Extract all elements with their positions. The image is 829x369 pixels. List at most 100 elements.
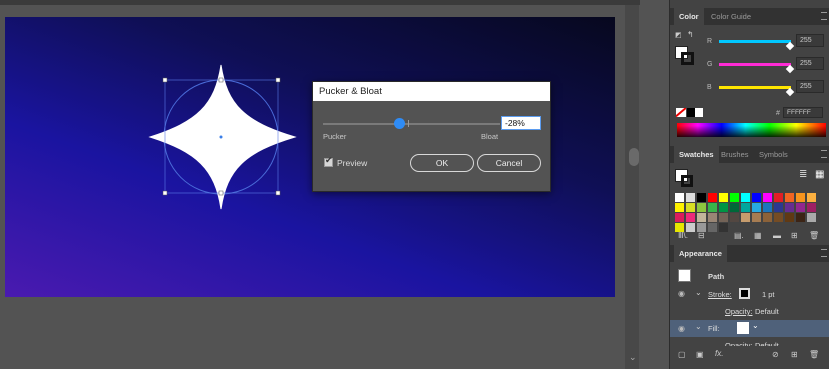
swatch[interactable] xyxy=(785,213,794,222)
swatch[interactable] xyxy=(675,223,684,232)
vertical-scrollbar[interactable] xyxy=(625,5,639,369)
swatch[interactable] xyxy=(796,203,805,212)
swatch[interactable] xyxy=(708,223,717,232)
slider-knob[interactable] xyxy=(394,118,405,129)
swatch-options-icon[interactable]: ▤. xyxy=(734,231,744,240)
swatch[interactable] xyxy=(785,193,794,202)
swatch[interactable] xyxy=(730,213,739,222)
swatch-library-icon[interactable]: Ⅲ\. xyxy=(678,231,688,240)
g-slider[interactable] xyxy=(719,63,791,66)
tab-appearance[interactable]: Appearance xyxy=(674,245,727,262)
fill-swatch[interactable] xyxy=(737,322,749,334)
eye-icon[interactable]: ◉ xyxy=(678,324,685,333)
pucker-bloat-slider[interactable] xyxy=(323,123,500,125)
swatch[interactable] xyxy=(686,203,695,212)
swatch[interactable] xyxy=(697,213,706,222)
r-value-field[interactable]: 255 xyxy=(796,34,824,47)
add-stroke-icon[interactable]: ▢ xyxy=(678,350,686,359)
grid-view-icon[interactable]: ▦ xyxy=(815,169,824,180)
no-fill-icon[interactable] xyxy=(676,108,686,117)
handle-tr[interactable] xyxy=(275,77,281,83)
b-slider[interactable] xyxy=(719,86,791,89)
color-group-icon[interactable]: ▦ xyxy=(754,231,762,240)
stroke-color-box[interactable] xyxy=(681,52,694,65)
stroke-weight[interactable]: 1 pt xyxy=(762,290,802,299)
handle-bottom[interactable] xyxy=(218,190,224,196)
swatch[interactable] xyxy=(675,203,684,212)
swatch[interactable] xyxy=(686,193,695,202)
swatch[interactable] xyxy=(807,193,816,202)
swatch[interactable] xyxy=(785,203,794,212)
handle-bl[interactable] xyxy=(162,190,168,196)
percentage-input[interactable]: -28% xyxy=(501,116,541,130)
swatch[interactable] xyxy=(686,223,695,232)
stroke-swatch[interactable] xyxy=(739,288,750,299)
swatch[interactable] xyxy=(719,213,728,222)
default-colors-icon[interactable]: ◩ xyxy=(675,31,682,39)
swatch[interactable] xyxy=(741,213,750,222)
swatch[interactable] xyxy=(807,213,816,222)
delete-icon[interactable]: 🗑 xyxy=(809,350,819,359)
swatch[interactable] xyxy=(741,203,750,212)
chevron-down-icon[interactable]: ⌄ xyxy=(752,321,759,330)
swatch[interactable] xyxy=(763,193,772,202)
eye-icon[interactable]: ◉ xyxy=(678,289,685,298)
swatch[interactable] xyxy=(763,213,772,222)
list-view-icon[interactable]: ≣ xyxy=(799,169,807,180)
swatch[interactable] xyxy=(752,213,761,222)
swatch-stroke-box[interactable] xyxy=(681,175,693,187)
tab-color-guide[interactable]: Color Guide xyxy=(706,8,756,25)
new-item-icon[interactable]: ⊞ xyxy=(791,350,798,359)
b-value-field[interactable]: 255 xyxy=(796,80,824,93)
hex-input[interactable]: FFFFFF xyxy=(783,107,823,118)
g-value-field[interactable]: 255 xyxy=(796,57,824,70)
swatch[interactable] xyxy=(796,213,805,222)
swatch[interactable] xyxy=(708,213,717,222)
scroll-down-icon[interactable]: ⌄ xyxy=(629,352,637,363)
swatch[interactable] xyxy=(697,203,706,212)
r-slider[interactable] xyxy=(719,40,791,43)
swatch[interactable] xyxy=(763,203,772,212)
ok-button[interactable]: OK xyxy=(410,154,474,172)
r-knob[interactable] xyxy=(785,41,795,51)
menu-icon[interactable] xyxy=(821,12,827,20)
swatch[interactable] xyxy=(708,193,717,202)
tab-symbols[interactable]: Symbols xyxy=(754,146,793,163)
swatch[interactable] xyxy=(675,193,684,202)
g-knob[interactable] xyxy=(785,64,795,74)
swatch[interactable] xyxy=(796,193,805,202)
swatch[interactable] xyxy=(752,203,761,212)
swatch[interactable] xyxy=(730,203,739,212)
new-folder-icon[interactable]: ▬ xyxy=(773,231,781,240)
swap-icon[interactable]: ↰ xyxy=(687,30,694,39)
cancel-button[interactable]: Cancel xyxy=(477,154,541,172)
swatch[interactable] xyxy=(697,223,706,232)
swatch[interactable] xyxy=(719,203,728,212)
swatch[interactable] xyxy=(752,193,761,202)
tab-brushes[interactable]: Brushes xyxy=(716,146,754,163)
white-swatch[interactable] xyxy=(695,108,703,117)
swatch[interactable] xyxy=(719,223,728,232)
pucker-shape-canvas[interactable] xyxy=(145,60,305,220)
swatch[interactable] xyxy=(774,213,783,222)
add-fill-icon[interactable]: ▣ xyxy=(696,350,704,359)
handle-tl[interactable] xyxy=(162,77,168,83)
new-item-icon[interactable]: ⊞ xyxy=(791,231,798,240)
handle-br[interactable] xyxy=(275,190,281,196)
chevron-down-icon[interactable]: ⌄ xyxy=(695,288,702,297)
swatch[interactable] xyxy=(697,193,706,202)
menu-icon[interactable] xyxy=(821,249,827,257)
menu-icon[interactable] xyxy=(821,150,827,158)
fx-icon[interactable]: fx. xyxy=(715,349,723,358)
scrollbar-thumb[interactable] xyxy=(629,148,639,166)
swatch[interactable] xyxy=(675,213,684,222)
swatch[interactable] xyxy=(708,203,717,212)
chevron-down-icon[interactable]: ⌄ xyxy=(695,322,702,331)
clear-appearance-icon[interactable]: ⊘ xyxy=(772,350,779,359)
handle-top[interactable] xyxy=(218,77,224,83)
fill-label[interactable]: Fill: xyxy=(708,324,738,333)
swatch[interactable] xyxy=(741,193,750,202)
swatch[interactable] xyxy=(774,193,783,202)
tab-swatches[interactable]: Swatches xyxy=(674,146,719,163)
delete-icon[interactable]: 🗑 xyxy=(809,231,819,240)
